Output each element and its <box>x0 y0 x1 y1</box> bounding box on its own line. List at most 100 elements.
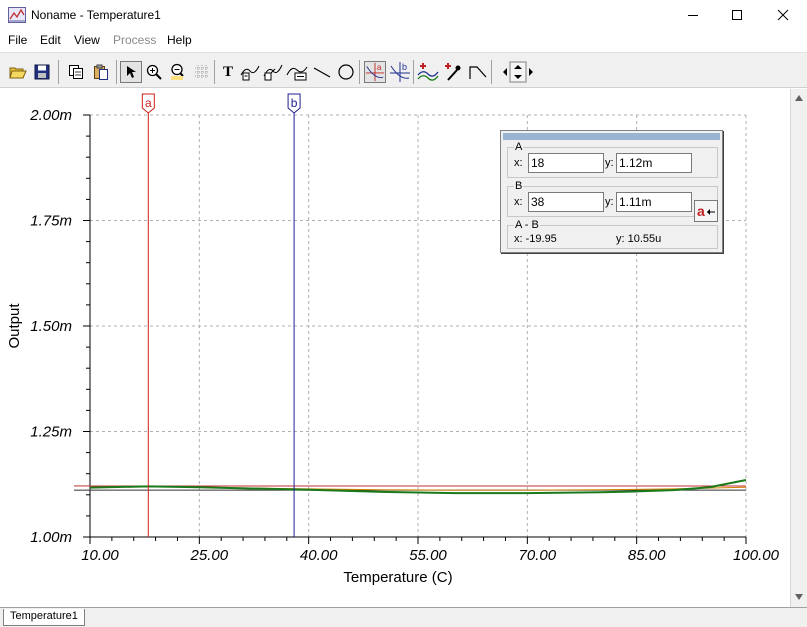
cursor-a-group-label: A <box>514 141 524 153</box>
x-tick-label: 25.00 <box>190 547 229 564</box>
close-icon <box>777 9 789 21</box>
svg-text:a: a <box>377 63 382 72</box>
y-tick-label: 1.50m <box>30 318 72 335</box>
line-icon <box>313 67 331 78</box>
cursor-arrow-icon: a <box>697 204 715 218</box>
cursor-b-x-label: x: <box>514 196 523 208</box>
y-tick-label: 1.00m <box>30 529 72 546</box>
swap-cursor-button[interactable]: a <box>694 200 718 222</box>
maximize-icon <box>732 10 742 20</box>
curve-label-button[interactable] <box>239 61 261 83</box>
app-icon <box>8 7 26 23</box>
cursor-readout-panel[interactable]: A x: 18 y: 1.12m B x: 38 y: 1.11m a A - … <box>500 130 723 253</box>
zoom-in-icon <box>146 64 162 80</box>
cursor-b-label: b <box>291 96 298 110</box>
pointer-icon <box>127 66 136 78</box>
x-tick-label: 10.00 <box>81 547 119 564</box>
diff-x-value: x: -19.95 <box>514 233 557 245</box>
scroll-down-button[interactable] <box>791 589 807 605</box>
copy-icon <box>69 65 83 79</box>
cursor-b-group-label: B <box>514 180 524 192</box>
x-axis-label: Temperature (C) <box>343 569 452 586</box>
diff-group: A - B x: -19.95 y: 10.55u <box>507 219 718 249</box>
cursor-b-button[interactable]: b <box>389 61 411 83</box>
menu-bar: File Edit View Process Help <box>0 30 807 50</box>
panel-title-bar[interactable] <box>503 133 720 140</box>
cursor-a-x-label: x: <box>514 157 523 169</box>
vertical-scrollbar[interactable] <box>790 89 807 607</box>
add-curve-icon <box>417 63 439 81</box>
y-tick-label: 2.00m <box>29 107 72 124</box>
paste-button[interactable] <box>90 61 112 83</box>
circle-icon <box>338 64 354 80</box>
minimize-button[interactable] <box>670 0 716 30</box>
save-icon <box>34 64 50 80</box>
grid-icon <box>195 65 209 79</box>
line-tool-button[interactable] <box>311 61 333 83</box>
add-curve-button[interactable] <box>417 61 439 83</box>
title-bar: Noname - Temperature1 <box>0 0 807 30</box>
curve-label-icon <box>240 65 260 81</box>
diff-y-value: y: 10.55u <box>616 233 662 245</box>
cursor-b-y-field[interactable]: 1.11m <box>616 192 692 212</box>
grid-button[interactable] <box>191 61 213 83</box>
cursor-b-y-label: y: <box>605 196 614 208</box>
curve-marker-icon <box>286 66 308 81</box>
y-axis-label: Output <box>6 303 23 349</box>
maximize-button[interactable] <box>714 0 760 30</box>
application-window: Noname - Temperature1 File Edit View Pro… <box>0 0 807 627</box>
cursor-a-y-label: y: <box>605 157 614 169</box>
add-point-button[interactable] <box>441 61 463 83</box>
menu-process[interactable]: Process <box>113 33 156 47</box>
diff-group-label: A - B <box>514 219 540 231</box>
pointer-button[interactable] <box>120 61 142 83</box>
scroll-up-button[interactable] <box>791 90 807 106</box>
cursor-b-group: B x: 38 y: 1.11m <box>507 180 718 217</box>
paste-icon <box>94 64 108 80</box>
x-tick-label: 40.00 <box>300 547 338 564</box>
zoom-in-button[interactable] <box>143 61 165 83</box>
save-button[interactable] <box>31 61 53 83</box>
add-point-icon <box>445 63 461 81</box>
open-folder-icon <box>9 67 27 79</box>
open-button[interactable] <box>7 61 29 83</box>
y-tick-label: 1.75m <box>30 213 72 230</box>
x-tick-label: 85.00 <box>628 547 666 564</box>
menu-view[interactable]: View <box>74 33 100 47</box>
curve-label-2-button[interactable] <box>262 61 284 83</box>
chevron-up-icon <box>795 95 803 101</box>
cursor-b-x-field[interactable]: 38 <box>528 192 604 212</box>
menu-edit[interactable]: Edit <box>40 33 61 47</box>
y-tick-label: 1.25m <box>30 424 72 441</box>
curve-label-2-icon <box>263 64 283 81</box>
x-tick-label: 55.00 <box>409 547 447 564</box>
zoom-100-button[interactable] <box>167 61 189 83</box>
nav-arrows-icon <box>503 61 533 83</box>
circle-tool-button[interactable] <box>335 61 357 83</box>
x-tick-label: 100.00 <box>733 547 780 564</box>
toolbar: T a b <box>0 52 807 88</box>
cursor-a-y-field[interactable]: 1.12m <box>616 153 692 173</box>
nav-arrows-button[interactable] <box>495 61 541 83</box>
x-tick-label: 70.00 <box>519 547 557 564</box>
text-icon: T <box>222 63 233 80</box>
cursor-a-button[interactable]: a <box>364 61 386 83</box>
chevron-down-icon <box>795 594 803 600</box>
slope-icon <box>469 66 487 79</box>
curve-marker-button[interactable] <box>286 61 308 83</box>
cursor-a-group: A x: 18 y: 1.12m <box>507 141 718 178</box>
svg-text:b: b <box>402 62 407 72</box>
menu-file[interactable]: File <box>8 33 27 47</box>
menu-help[interactable]: Help <box>167 33 192 47</box>
close-button[interactable] <box>760 0 806 30</box>
cursor-b-icon: b <box>390 62 410 82</box>
svg-text:a: a <box>697 204 705 218</box>
window-title: Noname - Temperature1 <box>31 8 161 22</box>
slope-button[interactable] <box>467 61 489 83</box>
zoom-100-icon <box>171 63 184 80</box>
tab-temperature1[interactable]: Temperature1 <box>3 609 85 626</box>
cursor-a-x-field[interactable]: 18 <box>528 153 604 173</box>
text-tool-button[interactable]: T <box>217 61 239 83</box>
copy-button[interactable] <box>65 61 87 83</box>
tab-bar: Temperature1 <box>0 607 807 627</box>
